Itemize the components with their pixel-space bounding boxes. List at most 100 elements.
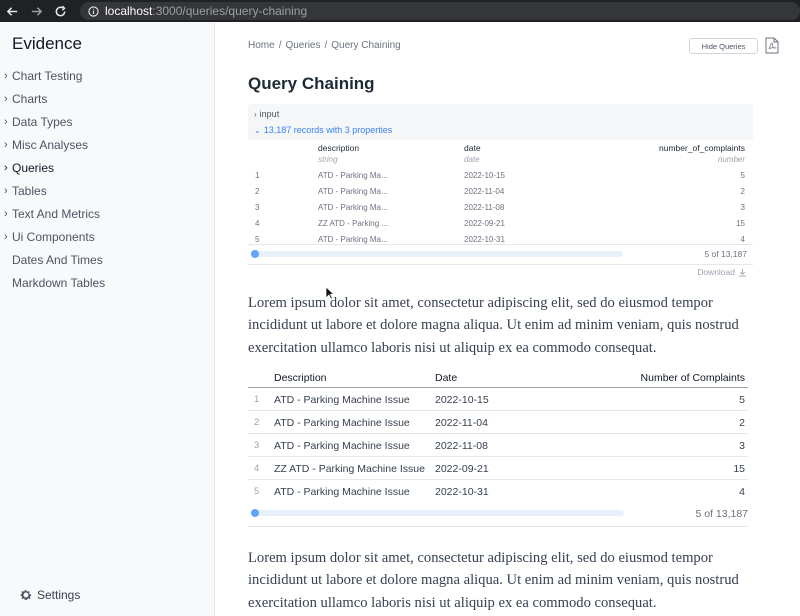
cell-count: 3: [740, 203, 745, 212]
row-index: 2: [254, 417, 260, 428]
row-index: 3: [255, 203, 260, 212]
breadcrumb-current[interactable]: Query Chaining: [331, 40, 400, 51]
url-host: localhost: [105, 4, 153, 18]
sidebar-item-text-and-metrics[interactable]: › Text And Metrics: [4, 202, 209, 225]
cell-date: 2022-09-21: [435, 463, 489, 475]
row-count: 5 of 13,187: [695, 508, 748, 520]
cell-date: 2022-11-04: [435, 417, 488, 429]
query-input-label: input: [259, 109, 280, 119]
table-type-row: string date number: [248, 152, 753, 168]
chevron-right-icon: ›: [4, 161, 8, 174]
divider: [248, 244, 753, 245]
arrow-right-icon: [31, 6, 42, 16]
breadcrumb-queries[interactable]: Queries: [285, 40, 320, 51]
pagination-scrollbar[interactable]: [251, 509, 624, 517]
cell-date: 2022-10-15: [435, 394, 489, 406]
cell-count: 2: [740, 187, 745, 196]
main-content: Home / Queries / Query Chaining Hide Queries…: [216, 22, 800, 616]
row-index: 5: [255, 235, 260, 244]
table-row: 3 ATD - Parking Machine Issue 2022-11-08…: [248, 434, 748, 457]
mouse-cursor-icon: [325, 286, 335, 300]
sidebar-item-queries[interactable]: › Queries: [4, 156, 209, 179]
chevron-right-icon: ›: [4, 115, 8, 128]
chevron-down-icon: ⌄: [254, 126, 261, 135]
cell-count: 5: [739, 394, 745, 406]
breadcrumb-separator: /: [278, 40, 282, 51]
query-input-toggle[interactable]: › input: [254, 109, 279, 119]
cell-description: ZZ ATD - Parking ...: [318, 219, 389, 228]
hide-queries-button[interactable]: Hide Queries: [689, 38, 758, 54]
chevron-right-icon: ›: [4, 184, 8, 197]
divider: [248, 264, 753, 265]
table-row: 3 ATD - Parking Ma... 2022-11-08 3: [248, 200, 753, 216]
sidebar-item-label: Data Types: [12, 114, 73, 129]
row-count: 5 of 13,187: [704, 249, 747, 259]
cell-description: ATD - Parking Machine Issue: [274, 486, 410, 498]
sidebar-item-label: Markdown Tables: [12, 275, 106, 290]
cell-date: 2022-11-08: [435, 440, 488, 452]
chevron-right-icon: ›: [4, 230, 8, 243]
address-bar[interactable]: localhost:3000/queries/query-chaining: [80, 2, 800, 20]
sidebar-item-label: Misc Analyses: [12, 137, 89, 152]
query-results-toggle[interactable]: ⌄ 13,187 records with 3 properties: [254, 125, 392, 135]
chevron-right-icon: ›: [4, 92, 8, 105]
chevron-right-icon: ›: [4, 69, 8, 82]
column-type-description: string: [318, 155, 338, 164]
row-index: 1: [255, 171, 260, 180]
sidebar-item-label: Tables: [12, 183, 47, 198]
brand-logo[interactable]: Evidence: [12, 34, 82, 54]
sidebar-item-label: Ui Components: [12, 229, 95, 244]
sidebar-item-label: Charts: [12, 91, 48, 106]
scrollbar-handle[interactable]: [251, 250, 259, 258]
cell-count: 3: [739, 440, 745, 452]
row-index: 2: [255, 187, 260, 196]
pagination-scrollbar[interactable]: [251, 250, 623, 258]
info-icon[interactable]: [88, 5, 99, 17]
sidebar-item-label: Text And Metrics: [12, 206, 101, 221]
sidebar-item-markdown-tables[interactable]: Markdown Tables: [4, 271, 209, 294]
row-index: 5: [254, 486, 260, 497]
table-row: 4 ZZ ATD - Parking ... 2022-09-21 15: [248, 216, 753, 232]
cell-count: 5: [740, 171, 745, 180]
table-row: 4 ZZ ATD - Parking Machine Issue 2022-09…: [248, 457, 748, 480]
table-header-row: Description Date Number of Complaints: [248, 368, 748, 388]
sidebar-item-label: Chart Testing: [12, 68, 83, 83]
cell-description: ATD - Parking Ma...: [318, 171, 388, 180]
back-button[interactable]: [0, 0, 24, 22]
column-type-date: date: [464, 155, 480, 164]
download-label: Download: [697, 267, 735, 277]
sidebar-nav: › Chart Testing › Charts › Data Types › Misc…: [4, 64, 209, 294]
sidebar-item-dates-and-times[interactable]: Dates And Times: [4, 248, 209, 271]
arrow-left-icon: [6, 6, 17, 16]
scrollbar-handle[interactable]: [251, 509, 259, 517]
sidebar-item-misc-analyses[interactable]: › Misc Analyses: [4, 133, 209, 156]
table-row: 2 ATD - Parking Ma... 2022-11-04 2: [248, 184, 753, 200]
cell-description: ZZ ATD - Parking Machine Issue: [274, 463, 425, 475]
cell-count: 15: [736, 219, 745, 228]
browser-toolbar: localhost:3000/queries/query-chaining: [0, 0, 800, 22]
table-row: 2 ATD - Parking Machine Issue 2022-11-04…: [248, 411, 748, 434]
row-index: 4: [255, 219, 260, 228]
pdf-export-icon[interactable]: [765, 37, 779, 54]
row-index: 3: [254, 440, 260, 451]
sidebar-item-charts[interactable]: › Charts: [4, 87, 209, 110]
forward-button[interactable]: [24, 0, 48, 22]
breadcrumb-home[interactable]: Home: [248, 40, 275, 51]
settings-label: Settings: [37, 588, 81, 602]
cell-date: 2022-11-04: [464, 187, 505, 196]
sidebar-item-ui-components[interactable]: › Ui Components: [4, 225, 209, 248]
paragraph-1: Lorem ipsum dolor sit amet, consectetur …: [248, 295, 739, 356]
reload-button[interactable]: [48, 0, 72, 22]
cell-description: ATD - Parking Ma...: [318, 187, 388, 196]
page-title: Query Chaining: [248, 74, 375, 93]
settings-link[interactable]: Settings: [19, 588, 80, 602]
download-icon: [738, 268, 747, 277]
download-button[interactable]: Download: [697, 267, 747, 277]
sidebar-item-data-types[interactable]: › Data Types: [4, 110, 209, 133]
cell-description: ATD - Parking Machine Issue: [274, 417, 410, 429]
column-header-number-of-complaints: Number of Complaints: [640, 372, 745, 384]
sidebar-item-tables[interactable]: › Tables: [4, 179, 209, 202]
cell-description: ATD - Parking Ma...: [318, 203, 388, 212]
column-header-description: Description: [274, 372, 327, 384]
sidebar-item-chart-testing[interactable]: › Chart Testing: [4, 64, 209, 87]
